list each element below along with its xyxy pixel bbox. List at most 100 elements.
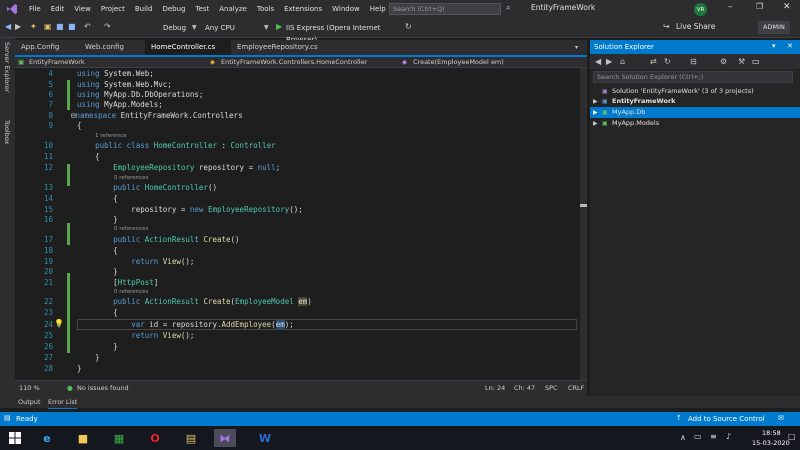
notifications-icon[interactable]: ✉ <box>778 414 784 422</box>
file-explorer-icon[interactable]: ■ <box>72 429 94 447</box>
expand-arrow-icon[interactable]: ▶ <box>593 107 598 118</box>
avatar[interactable]: VR <box>694 3 707 16</box>
menu-help[interactable]: Help <box>365 5 391 13</box>
undo-icon[interactable]: ↶ <box>84 22 91 31</box>
clock-time[interactable]: 18:58 <box>762 429 781 437</box>
expand-arrow-icon[interactable]: ▶ <box>593 96 598 107</box>
menu-tools[interactable]: Tools <box>252 5 279 13</box>
codelens-references[interactable]: 0 references <box>114 226 148 232</box>
line-number: 19 <box>43 257 53 266</box>
word-icon[interactable]: W <box>254 429 276 447</box>
visual-studio-logo-icon <box>5 3 19 15</box>
live-share-button[interactable]: Live Share <box>676 22 715 31</box>
menu-test[interactable]: Test <box>190 5 214 13</box>
wifi-icon[interactable]: ≡ <box>710 432 717 441</box>
menu-extensions[interactable]: Extensions <box>279 5 327 13</box>
menu-project[interactable]: Project <box>96 5 130 13</box>
open-icon[interactable]: ▣ <box>44 22 52 31</box>
tab-homecontroller[interactable]: HomeController.cs <box>145 40 231 55</box>
menu-file[interactable]: File <box>24 5 46 13</box>
sync-icon[interactable]: ⇄ <box>650 57 657 66</box>
project-label: MyApp.Db <box>612 108 646 116</box>
project-node-entityframework[interactable]: ▶ ▣ EntityFrameWork <box>590 96 800 107</box>
close-icon[interactable]: ✕ <box>783 2 791 12</box>
notes-app-icon[interactable]: ▤ <box>180 429 202 447</box>
codelens-references[interactable]: 0 references <box>114 175 148 181</box>
back-icon[interactable]: ◀ <box>595 57 601 66</box>
project-node-myapp-models[interactable]: ▶ ▣ MyApp.Models <box>590 118 800 129</box>
tab-dropdown-icon[interactable]: ▾ <box>575 40 578 55</box>
expand-arrow-icon[interactable]: ▶ <box>593 118 598 129</box>
tab-web-config[interactable]: Web.config <box>79 40 143 55</box>
live-share-icon[interactable]: ↪ <box>663 22 670 31</box>
clock-date[interactable]: 15-03-2020 <box>752 439 790 447</box>
tab-employeerepository[interactable]: EmployeeRepository.cs <box>231 40 321 55</box>
close-panel-icon[interactable]: ✕ <box>787 42 793 50</box>
redo-icon[interactable]: ↷ <box>104 22 111 31</box>
windows-start-icon[interactable] <box>4 429 26 447</box>
save-icon[interactable]: ■ <box>56 22 64 31</box>
back-icon[interactable]: ◀ <box>5 22 11 31</box>
menu-edit[interactable]: Edit <box>46 5 70 13</box>
new-project-icon[interactable]: ✦ <box>30 22 37 31</box>
solution-search-input[interactable]: Search Solution Explorer (Ctrl+;) <box>593 71 793 83</box>
search-icon[interactable]: ⌕ <box>506 3 510 13</box>
run-target-button[interactable]: IIS Express (Opera Internet Browser) <box>283 22 403 44</box>
editor-scrollbar[interactable] <box>580 68 587 380</box>
toolbox-tab[interactable]: Toolbox <box>3 120 11 144</box>
volume-icon[interactable]: ♪ <box>726 432 731 441</box>
menu-debug[interactable]: Debug <box>157 5 190 13</box>
internet-explorer-icon[interactable]: e <box>36 429 58 447</box>
server-explorer-tab[interactable]: Server Explorer <box>3 42 11 92</box>
menu-build[interactable]: Build <box>130 5 158 13</box>
line-number: 13 <box>43 183 53 192</box>
minimize-icon[interactable]: – <box>728 2 733 12</box>
codelens-references[interactable]: 1 reference <box>95 133 127 139</box>
tab-error-list[interactable]: Error List <box>48 396 78 409</box>
visual-studio-taskbar-icon[interactable]: ⧓ <box>214 429 236 447</box>
search-input[interactable]: Search (Ctrl+Q) <box>389 3 501 15</box>
line-number: 26 <box>43 342 53 351</box>
codelens-references[interactable]: 0 references <box>114 289 148 295</box>
wrench-icon[interactable]: ⚒ <box>738 57 745 66</box>
code-line: [HttpPost] <box>77 278 159 287</box>
code-line: public ActionResult Create() <box>113 235 240 244</box>
issues-status[interactable]: No issues found <box>77 384 129 392</box>
project-node-myapp-db[interactable]: ▶ ▣ MyApp.Db <box>590 107 800 118</box>
chevron-down-icon[interactable]: ▼ <box>264 24 269 31</box>
refresh-icon[interactable]: ↻ <box>664 57 671 66</box>
restore-icon[interactable]: ❐ <box>756 2 763 11</box>
code-line: using MyApp.Db.DbOperations; <box>77 90 204 99</box>
save-all-icon[interactable]: ■ <box>68 22 76 31</box>
home-icon[interactable]: ⌂ <box>620 57 625 66</box>
opera-icon[interactable]: O <box>144 429 166 447</box>
pin-icon[interactable]: ▾ <box>772 42 776 50</box>
network-icon[interactable]: ▭ <box>694 432 702 441</box>
tab-output[interactable]: Output <box>18 396 41 408</box>
member-nav-select[interactable]: ◆ Create(EmployeeModel em) <box>399 57 579 68</box>
system-tray-arrow-icon[interactable]: ∧ <box>680 433 686 442</box>
preview-icon[interactable]: ▭ <box>752 57 760 66</box>
lightbulb-icon[interactable]: 💡 <box>54 319 64 329</box>
code-line: { <box>77 308 118 317</box>
project-nav-select[interactable]: ▣ EntityFrameWork <box>15 57 205 68</box>
forward-icon[interactable]: ▶ <box>15 22 21 31</box>
play-icon[interactable]: ▶ <box>276 22 282 31</box>
properties-icon[interactable]: ⚙ <box>720 57 727 66</box>
platform-select[interactable]: Any CPU <box>202 22 260 34</box>
action-center-icon[interactable]: □ <box>788 432 796 441</box>
solution-title: EntityFrameWork <box>531 3 596 12</box>
add-to-source-control-button[interactable]: Add to Source Control <box>688 415 765 423</box>
zoom-level-select[interactable]: 110 % <box>19 384 40 392</box>
tab-app-config[interactable]: App.Config <box>15 40 75 55</box>
code-editor[interactable]: 💡 4 using System.Web; 5 using System.Web… <box>15 68 580 380</box>
type-nav-select[interactable]: ◆ EntityFrameWork.Controllers.HomeControl… <box>207 57 397 68</box>
store-icon[interactable]: ▦ <box>108 429 130 447</box>
chevron-down-icon[interactable]: ▼ <box>192 24 197 31</box>
forward-icon[interactable]: ▶ <box>606 57 612 66</box>
refresh-icon[interactable]: ↻ <box>405 22 412 31</box>
menu-window[interactable]: Window <box>327 5 365 13</box>
menu-analyze[interactable]: Analyze <box>214 5 252 13</box>
collapse-all-icon[interactable]: ⊟ <box>690 57 697 66</box>
menu-view[interactable]: View <box>69 5 96 13</box>
